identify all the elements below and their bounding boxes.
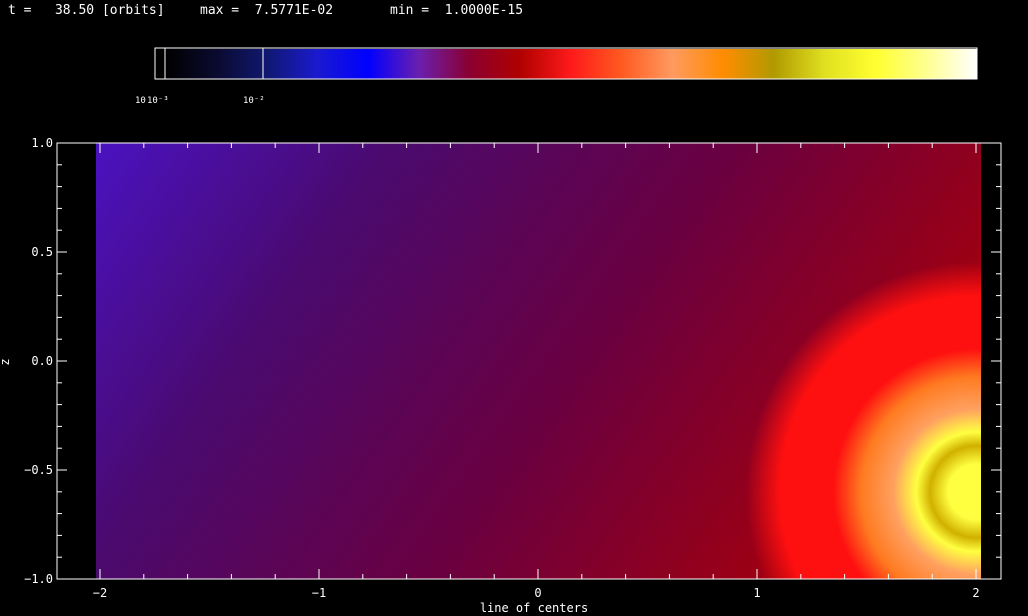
y-tick-label: −0.5	[24, 463, 53, 477]
x-tick-label: 0	[534, 586, 541, 600]
x-axis-label: line of centers	[480, 601, 588, 615]
x-tick-label: 1	[753, 586, 760, 600]
x-tick-label: −2	[93, 586, 107, 600]
y-tick-label: 0.0	[31, 354, 53, 368]
y-tick-label: −1.0	[24, 572, 53, 586]
x-tick-label: −1	[312, 586, 326, 600]
y-tick-label: 0.5	[31, 245, 53, 259]
heatmap-plot: −2 −1 0 1 2 −1.0 −0.5 0.0 0.5 1.0 line of center…	[0, 136, 1002, 615]
heatmap-field	[96, 143, 981, 579]
heatmap-hot-region	[96, 143, 981, 579]
y-tick-label: 1.0	[31, 136, 53, 150]
x-tick-label: 2	[972, 586, 979, 600]
y-axis-label: z	[0, 358, 12, 365]
